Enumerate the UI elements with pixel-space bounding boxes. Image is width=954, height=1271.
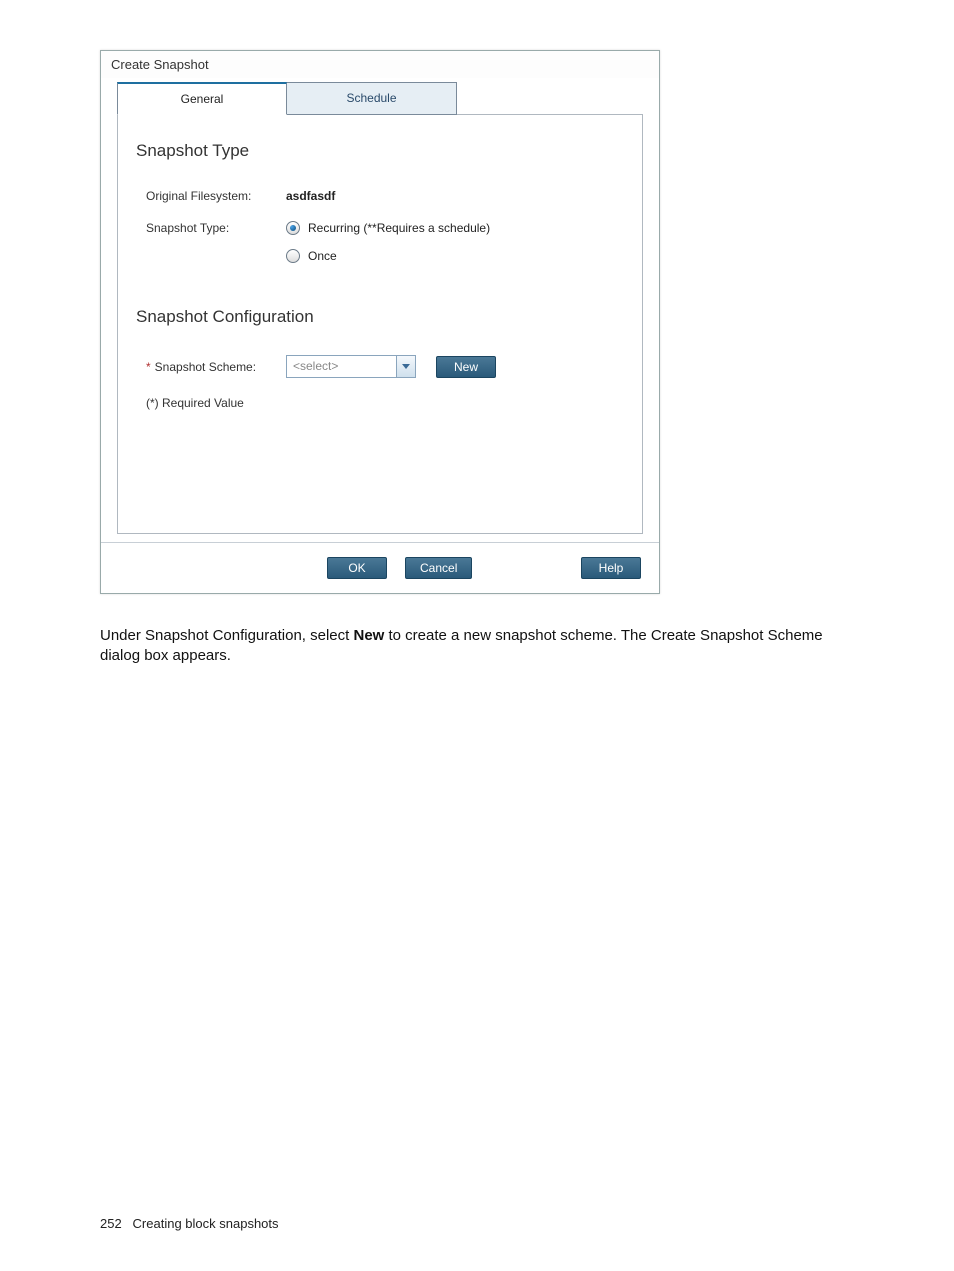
instruction-paragraph: Under Snapshot Configuration, select New…: [100, 626, 840, 667]
tab-strip: General Schedule: [117, 82, 643, 115]
new-button[interactable]: New: [436, 356, 496, 378]
radio-once-icon: [286, 249, 300, 263]
snapshot-type-heading: Snapshot Type: [136, 141, 624, 161]
instruction-bold: New: [353, 627, 384, 644]
required-star-icon: *: [146, 360, 151, 374]
chapter-title: Creating block snapshots: [133, 1216, 279, 1231]
original-filesystem-label: Original Filesystem:: [136, 189, 286, 203]
help-button-label: Help: [599, 561, 624, 575]
snapshot-scheme-select[interactable]: <select>: [286, 355, 416, 378]
radio-recurring[interactable]: Recurring (**Requires a schedule): [286, 221, 624, 235]
tab-general-label: General: [181, 92, 224, 106]
cancel-button-label: Cancel: [420, 561, 457, 575]
required-value-note: (*) Required Value: [136, 396, 624, 410]
tab-schedule[interactable]: Schedule: [287, 82, 457, 115]
snapshot-scheme-label-text: Snapshot Scheme:: [155, 360, 256, 374]
page-footer: 252 Creating block snapshots: [100, 1216, 279, 1231]
ok-button[interactable]: OK: [327, 557, 387, 579]
create-snapshot-dialog: Create Snapshot General Schedule Snapsho…: [100, 50, 660, 594]
new-button-label: New: [454, 360, 478, 374]
instruction-pre: Under Snapshot Configuration, select: [100, 627, 353, 644]
original-filesystem-value: asdfasdf: [286, 189, 624, 203]
snapshot-scheme-select-arrow[interactable]: [396, 355, 416, 378]
radio-once-label: Once: [308, 249, 337, 263]
radio-recurring-icon: [286, 221, 300, 235]
radio-once[interactable]: Once: [286, 249, 624, 263]
snapshot-config-heading: Snapshot Configuration: [136, 307, 624, 327]
snapshot-scheme-select-value: <select>: [286, 355, 396, 378]
dialog-button-row: OK Cancel Help: [101, 542, 659, 593]
tab-schedule-label: Schedule: [346, 91, 396, 105]
cancel-button[interactable]: Cancel: [405, 557, 472, 579]
tab-content-general: Snapshot Type Original Filesystem: asdfa…: [117, 114, 643, 534]
dialog-title: Create Snapshot: [101, 51, 659, 78]
snapshot-scheme-label: * Snapshot Scheme:: [136, 360, 286, 374]
ok-button-label: OK: [348, 561, 365, 575]
tab-general[interactable]: General: [117, 82, 287, 115]
snapshot-type-label: Snapshot Type:: [136, 221, 286, 235]
chevron-down-icon: [402, 364, 410, 369]
page-number: 252: [100, 1216, 122, 1231]
help-button[interactable]: Help: [581, 557, 641, 579]
radio-recurring-label: Recurring (**Requires a schedule): [308, 221, 490, 235]
